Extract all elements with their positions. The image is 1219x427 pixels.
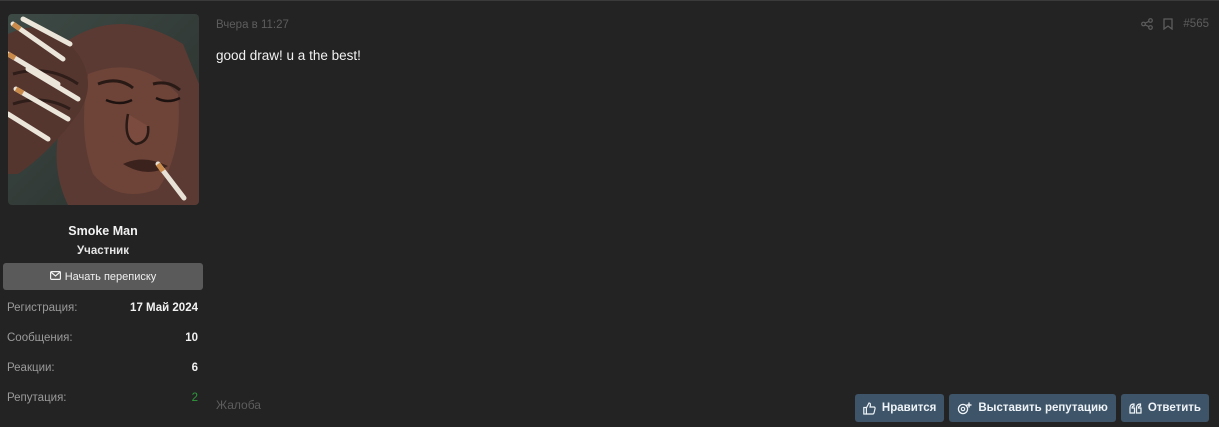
like-button[interactable]: Нравится [854, 394, 945, 422]
stat-registration: Регистрация: 17 Май 2024 [7, 300, 198, 316]
reply-button[interactable]: Ответить [1120, 394, 1209, 422]
stat-value: 17 Май 2024 [130, 302, 198, 314]
thumbs-up-icon [863, 401, 876, 415]
start-conversation-button[interactable]: Начать переписку [3, 263, 203, 290]
report-link[interactable]: Жалоба [216, 398, 261, 412]
stat-value: 2 [191, 392, 198, 404]
stat-value: 6 [191, 362, 198, 374]
give-reputation-label: Выставить репутацию [978, 402, 1108, 414]
stat-value[interactable]: 10 [185, 332, 198, 344]
stat-label: Регистрация: [7, 302, 78, 314]
username[interactable]: Smoke Man [0, 224, 206, 238]
give-reputation-button[interactable]: Выставить репутацию [949, 394, 1116, 422]
stat-messages: Сообщения: 10 [7, 330, 198, 346]
message-body: good draw! u a the best! [216, 48, 361, 63]
like-label: Нравится [881, 402, 937, 414]
forum-post: Smoke Man Участник Начать переписку Реги… [0, 0, 1219, 427]
stat-label: Реакции: [7, 362, 55, 374]
stat-label: Сообщения: [7, 332, 73, 344]
stat-reputation: Репутация: 2 [7, 390, 198, 406]
share-icon[interactable] [1141, 18, 1154, 30]
reputation-icon [957, 402, 972, 415]
post-number[interactable]: #565 [1183, 18, 1209, 30]
envelope-icon [49, 270, 61, 283]
post-footer-actions: Нравится Выставить репутацию Ответить [854, 394, 1209, 422]
stat-reactions: Реакции: 6 [7, 360, 198, 376]
post-header-actions: #565 [1141, 18, 1209, 30]
start-conversation-label: Начать переписку [64, 270, 157, 283]
user-sidebar: Smoke Man Участник Начать переписку Реги… [0, 1, 208, 427]
quote-icon [1129, 402, 1142, 414]
bookmark-icon[interactable] [1163, 18, 1174, 30]
user-title: Участник [76, 245, 130, 257]
reply-label: Ответить [1147, 402, 1201, 414]
post-date[interactable]: Вчера в 11:27 [216, 19, 289, 31]
stat-label: Репутация: [7, 392, 67, 404]
avatar[interactable] [8, 14, 199, 205]
